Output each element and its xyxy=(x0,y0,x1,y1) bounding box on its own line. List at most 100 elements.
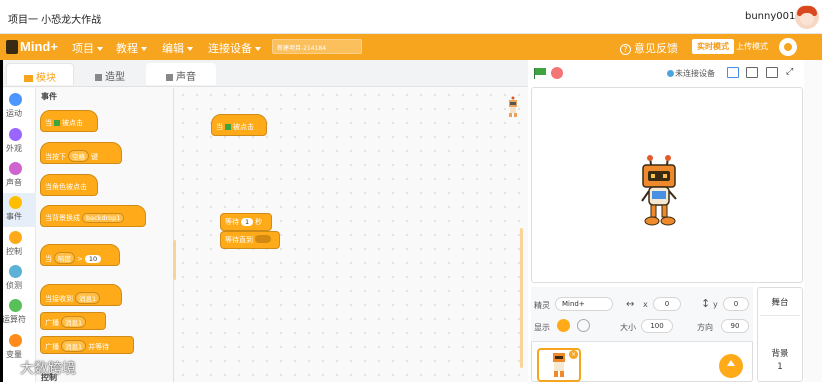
sprite-name-input[interactable]: Mind+ xyxy=(555,297,613,311)
avatar[interactable] xyxy=(795,5,819,29)
script-when-flag-clicked[interactable]: 当 被点击 xyxy=(211,114,267,136)
menu-tutorial[interactable]: 教程 xyxy=(116,40,147,56)
block-when-loudness-greater[interactable]: 当响度 >10 xyxy=(40,244,120,266)
category-looks[interactable]: 外观 xyxy=(0,125,36,159)
block-text: 被点击 xyxy=(62,119,83,127)
close-icon[interactable]: × xyxy=(569,350,578,359)
stage-thumbnail[interactable] xyxy=(760,315,800,341)
green-flag-icon xyxy=(54,120,60,126)
avatar-face xyxy=(800,13,814,25)
fullscreen-icon[interactable]: ⤢ xyxy=(786,67,798,78)
block-when-sprite-clicked[interactable]: 当角色被点击 xyxy=(40,174,98,196)
category-label: 声音 xyxy=(6,178,22,187)
menu-edit[interactable]: 编辑 xyxy=(162,40,193,56)
tab-costumes[interactable]: 造型 xyxy=(80,63,140,85)
username[interactable]: bunny001 xyxy=(745,11,795,22)
menu-connect-label: 连接设备 xyxy=(208,42,252,55)
category-dot-icon xyxy=(9,162,22,175)
show-label: 显示 xyxy=(534,323,550,332)
stop-icon[interactable] xyxy=(551,67,563,79)
chevron-down-icon xyxy=(97,47,103,51)
chevron-down-icon xyxy=(141,47,147,51)
block-when-receive[interactable]: 当接收到 消息1 xyxy=(40,284,122,306)
x-input[interactable]: 0 xyxy=(653,297,681,311)
message-dropdown[interactable]: 消息1 xyxy=(61,316,87,328)
live-mode-button[interactable]: 实时模式 xyxy=(692,39,734,54)
block-when-flag-clicked[interactable]: 当 被点击 xyxy=(40,110,98,132)
tab-blocks[interactable]: 模块 xyxy=(6,63,74,85)
connection-icon xyxy=(667,70,674,77)
green-flag-icon[interactable] xyxy=(534,68,546,79)
loudness-value[interactable]: 10 xyxy=(84,255,102,263)
gear-icon[interactable] xyxy=(779,38,797,56)
menu-tutorial-label: 教程 xyxy=(116,42,138,55)
menu-project-label: 项目 xyxy=(72,42,94,55)
category-label: 控制 xyxy=(6,247,22,256)
block-text: 当 xyxy=(216,123,223,131)
block-when-backdrop-switches[interactable]: 当背景换成 backdrop1 xyxy=(40,205,146,227)
y-input[interactable]: 0 xyxy=(723,297,749,311)
connection-status[interactable]: 未连接设备 xyxy=(667,68,715,79)
category-dot-icon xyxy=(9,265,22,278)
block-broadcast-and-wait[interactable]: 广播 消息1 并等待 xyxy=(40,336,134,354)
block-text: 等待直到 xyxy=(225,236,253,244)
title-bar: 项目一 小恐龙大作战 bunny001 xyxy=(0,0,822,34)
wait-seconds-value[interactable]: 1 xyxy=(241,218,254,226)
key-dropdown[interactable]: 空格 xyxy=(68,150,89,162)
upload-sprite-icon[interactable] xyxy=(719,354,743,378)
flag-cloth xyxy=(535,68,546,75)
category-control[interactable]: 控制 xyxy=(0,228,36,262)
sprite-info xyxy=(531,287,753,342)
category-motion[interactable]: 运动 xyxy=(0,90,36,124)
block-text: 秒 xyxy=(255,218,263,226)
robot-sprite[interactable] xyxy=(638,155,680,229)
workspace-scrollbar[interactable] xyxy=(520,228,523,368)
backdrop-dropdown[interactable]: backdrop1 xyxy=(82,213,125,223)
normal-stage-icon[interactable] xyxy=(746,67,758,78)
block-text: 当按下 xyxy=(45,153,66,161)
category-operators[interactable]: 运算符 xyxy=(0,296,36,330)
block-text: 广播 xyxy=(45,343,59,351)
category-sound[interactable]: 声音 xyxy=(0,159,36,193)
backdrop-label: 背景 xyxy=(771,349,789,359)
category-label: 外观 xyxy=(6,144,22,153)
size-input[interactable]: 100 xyxy=(641,319,673,333)
window-edge xyxy=(0,60,3,382)
tab-blocks-label: 模块 xyxy=(36,73,56,84)
large-stage-icon[interactable] xyxy=(766,67,778,78)
mindplus-logo: Mind+ xyxy=(6,38,64,56)
message-dropdown[interactable]: 消息1 xyxy=(61,340,87,352)
operator-text: > xyxy=(77,255,83,263)
eye-off-icon[interactable] xyxy=(577,319,590,332)
menu-edit-label: 编辑 xyxy=(162,42,184,55)
category-events[interactable]: 事件 xyxy=(0,193,36,227)
block-when-key-pressed[interactable]: 当按下 空格键 xyxy=(40,142,122,164)
tab-costumes-label: 造型 xyxy=(105,72,125,83)
menu-project[interactable]: 项目 xyxy=(72,40,103,56)
script-wait-until[interactable]: 等待直到 xyxy=(220,231,280,249)
upload-mode-button[interactable]: 上传模式 xyxy=(732,39,772,54)
block-palette: 事件 当 被点击 当按下 空格键 当角色被点击 当背景换成 backdrop1 当响度… xyxy=(36,88,174,382)
script-workspace[interactable]: 当 被点击 等待 1 秒 等待直到 xyxy=(176,88,528,382)
menu-connect-device[interactable]: 连接设备 xyxy=(208,40,261,56)
loudness-dropdown[interactable]: 响度 xyxy=(54,252,75,264)
condition-slot[interactable] xyxy=(255,235,271,243)
block-text: 并等待 xyxy=(88,343,110,351)
block-text: 当 xyxy=(45,255,52,263)
direction-input[interactable]: 90 xyxy=(721,319,749,333)
category-dot-icon xyxy=(9,196,22,209)
script-wait-seconds[interactable]: 等待 1 秒 xyxy=(220,213,272,231)
tab-sounds[interactable]: 声音 xyxy=(146,63,216,85)
page-scrollbar[interactable] xyxy=(804,60,822,382)
feedback-button[interactable]: ? 意见反馈 xyxy=(620,40,678,56)
eye-icon[interactable] xyxy=(557,319,570,332)
direction-label: 方向 xyxy=(697,323,713,332)
tab-sounds-label: 声音 xyxy=(176,72,196,83)
block-broadcast[interactable]: 广播 消息1 xyxy=(40,312,106,330)
brush-icon xyxy=(95,73,102,81)
category-sensing[interactable]: 侦测 xyxy=(0,262,36,296)
y-label: y xyxy=(713,300,718,309)
project-name-input[interactable]: 新建项目-214184 xyxy=(272,39,362,54)
small-stage-icon[interactable] xyxy=(727,67,739,78)
message-dropdown[interactable]: 消息1 xyxy=(75,292,101,304)
